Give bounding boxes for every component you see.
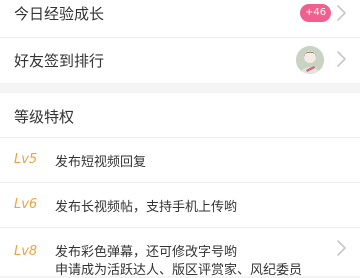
level-label: Lv6 [14, 197, 38, 212]
growth-badge: +46 [300, 4, 332, 22]
privilege-row: Lv6 发布长视频帖，支持手机上传哟 [0, 183, 360, 228]
privilege-description: 发布长视频帖，支持手机上传哟 [55, 200, 238, 215]
level-label: Lv8 [14, 244, 38, 259]
chevron-right-icon [335, 4, 347, 22]
privilege-description-line-2: 申请成为活跃达人、版区评赏家、风纪委员 [55, 263, 303, 278]
daily-growth-label: 今日经验成长 [14, 5, 105, 23]
privilege-row: Lv5 发布短视频回复 [0, 138, 360, 183]
section-gap [0, 83, 360, 93]
chevron-right-icon [335, 50, 347, 68]
privilege-description: 发布短视频回复 [55, 155, 147, 170]
privileges-header: 等级特权 [0, 93, 360, 138]
privilege-description: 发布彩色弹幕，还可修改字号哟 [55, 245, 238, 260]
daily-growth-row[interactable]: 今日经验成长 +46 [0, 0, 360, 38]
friends-rank-row[interactable]: 好友签到排行 [0, 38, 360, 83]
privileges-title: 等级特权 [14, 108, 75, 126]
level-label: Lv5 [14, 152, 38, 167]
friends-rank-label: 好友签到排行 [14, 52, 105, 70]
chevron-right-icon [335, 239, 347, 257]
avatar [296, 46, 324, 74]
privilege-row[interactable]: Lv8 发布彩色弹幕，还可修改字号哟 申请成为活跃达人、版区评赏家、风纪委员 [0, 228, 360, 278]
